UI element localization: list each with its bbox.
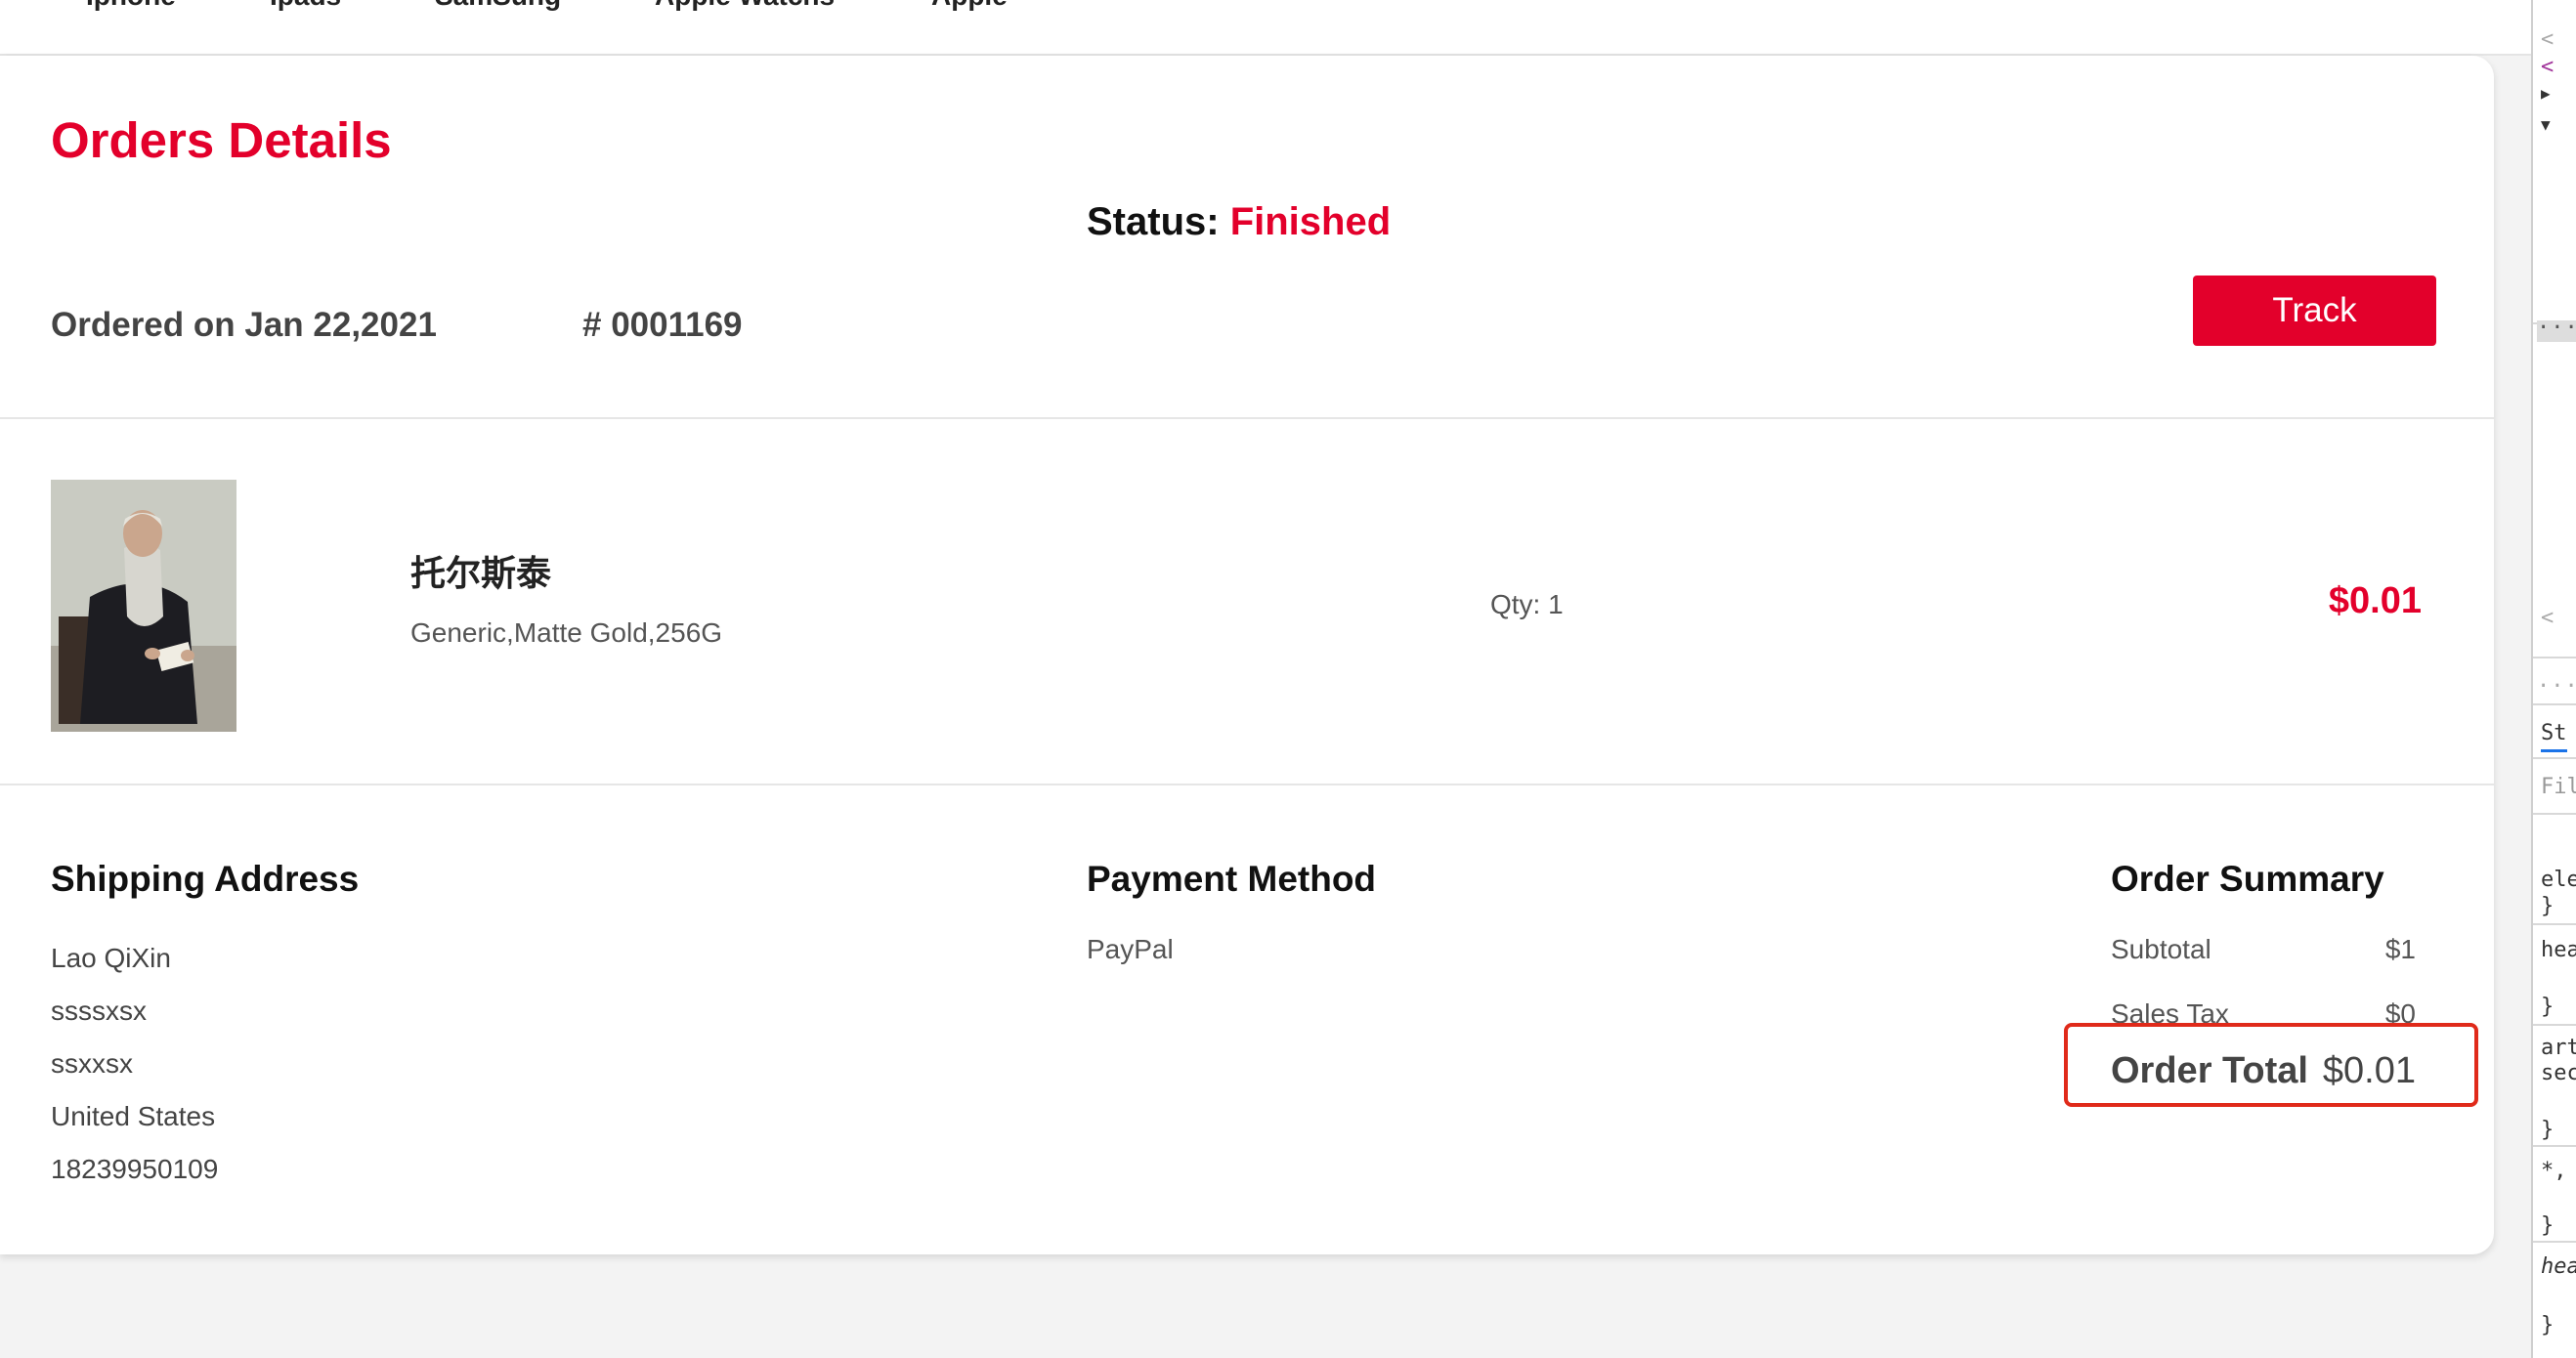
nav-item-ipads[interactable]: Ipads xyxy=(270,0,341,12)
devtools-separator xyxy=(2533,1145,2576,1147)
nav-item-apple-watchs[interactable]: Apple Watchs xyxy=(655,0,835,12)
more-icon[interactable]: ··· xyxy=(2537,318,2576,342)
product-quantity: Qty: 1 xyxy=(1490,589,1564,619)
devtools-tag-line: < xyxy=(2541,27,2555,52)
product-name[interactable]: 托尔斯泰 xyxy=(410,545,551,596)
payment-method-title: Payment Method xyxy=(1087,859,1377,899)
status-label: Status: xyxy=(1087,200,1220,243)
shipping-address-title: Shipping Address xyxy=(51,859,360,899)
divider xyxy=(0,784,2494,785)
subtotal-label: Subtotal xyxy=(2111,934,2211,964)
devtools-separator xyxy=(2533,1241,2576,1243)
page-title: Orders Details xyxy=(51,112,392,168)
css-rule-text: art xyxy=(2541,1036,2576,1060)
devtools-separator xyxy=(2533,923,2576,925)
shipping-line-2: ssxxsx xyxy=(51,1048,133,1079)
css-rule-text: *, xyxy=(2541,1159,2567,1183)
nav-item-iphone[interactable]: Iphone xyxy=(86,0,176,12)
shipping-country: United States xyxy=(51,1101,216,1131)
shipping-phone: 18239950109 xyxy=(51,1154,219,1184)
order-summary-title: Order Summary xyxy=(2111,859,2384,899)
css-rule-text: sec xyxy=(2541,1061,2576,1085)
devtools-tag-line: < xyxy=(2541,606,2555,630)
devtools-separator xyxy=(2533,1024,2576,1026)
css-rule-text: } xyxy=(2541,1313,2555,1337)
order-details-card: Orders Details Status: Finished Ordered … xyxy=(0,56,2494,1254)
collapse-triangle-icon[interactable]: ▼ xyxy=(2541,115,2551,134)
product-thumbnail[interactable] xyxy=(51,480,236,732)
css-rule-text: hea xyxy=(2541,938,2576,962)
ordered-on-date: Ordered on Jan 22,2021 xyxy=(51,306,437,344)
more-icon[interactable]: ··· xyxy=(2537,674,2576,699)
tab-styles[interactable]: St xyxy=(2541,721,2567,752)
devtools-separator xyxy=(2533,813,2576,815)
css-rule-text: } xyxy=(2541,1213,2555,1238)
styles-filter-input[interactable]: Filt xyxy=(2541,775,2576,799)
nav-item-samsung[interactable]: SamSung xyxy=(435,0,561,12)
css-rule-text: hea xyxy=(2541,1254,2576,1279)
subtotal-value: $1 xyxy=(2384,934,2416,964)
order-number: # 0001169 xyxy=(582,306,743,344)
css-rule-text: } xyxy=(2541,1118,2555,1142)
expand-triangle-icon[interactable]: ▶ xyxy=(2541,84,2551,103)
track-button[interactable]: Track xyxy=(2193,276,2436,346)
css-rule-text: } xyxy=(2541,894,2555,918)
css-rule-text: ele xyxy=(2541,868,2576,892)
divider xyxy=(0,417,2494,419)
devtools-separator xyxy=(2533,657,2576,658)
shipping-name: Lao QiXin xyxy=(51,943,171,973)
top-nav: Iphone Ipads SamSung Apple Watchs Apple xyxy=(0,0,2531,56)
payment-method-value: PayPal xyxy=(1087,934,1174,964)
product-price: $0.01 xyxy=(2328,580,2422,621)
devtools-tag-line: < xyxy=(2541,55,2555,79)
status-value: Finished xyxy=(1229,200,1392,243)
shipping-line-1: ssssxsx xyxy=(51,996,147,1026)
product-variant: Generic,Matte Gold,256G xyxy=(410,617,723,648)
devtools-panel: < < ▶ ▼ ··· < ··· St Filt ele } hea } ar… xyxy=(2531,0,2576,1358)
order-status: Status: Finished xyxy=(1087,200,1391,244)
nav-item-apple[interactable]: Apple xyxy=(931,0,1008,12)
sales-tax-highlight-box xyxy=(2064,1023,2478,1107)
css-rule-text: } xyxy=(2541,995,2555,1019)
devtools-separator xyxy=(2533,757,2576,759)
devtools-separator xyxy=(2533,703,2576,705)
